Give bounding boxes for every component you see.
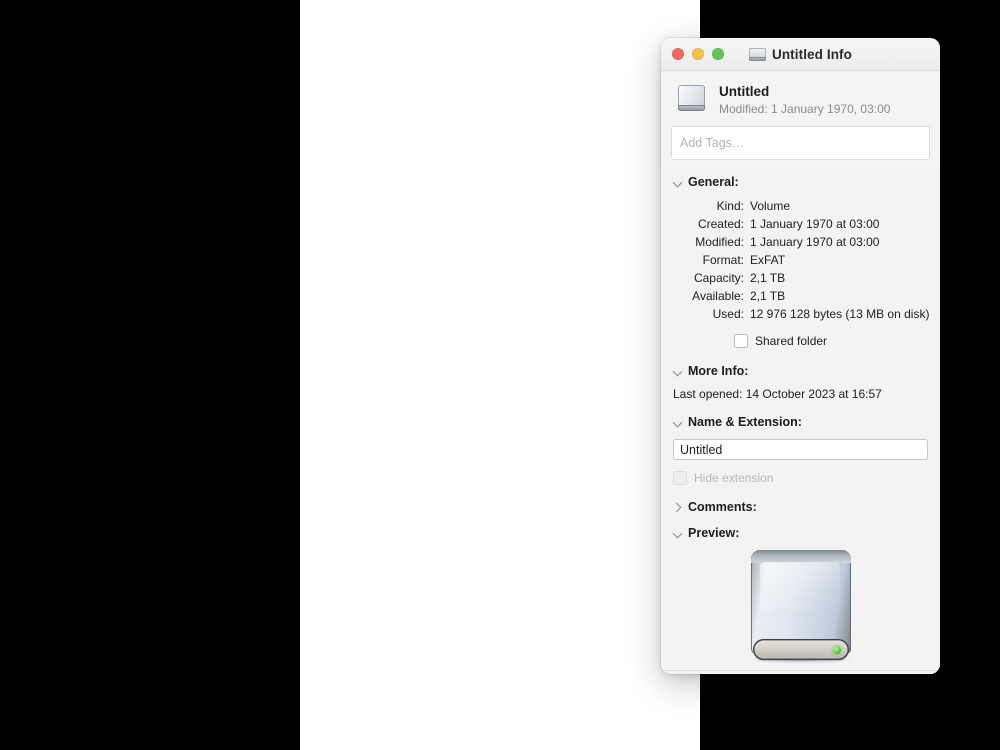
section-header-comments[interactable]: Comments: [661,494,940,520]
shared-folder-checkbox[interactable] [734,334,748,348]
item-name: Untitled [719,84,770,99]
detail-key: Format: [702,253,744,267]
chevron-down-icon [673,418,682,427]
detail-key: Kind: [716,199,744,213]
detail-value: 2,1 TB [750,271,786,285]
add-tags-input[interactable] [671,126,930,160]
chevron-right-icon [673,503,682,512]
detail-row: Created: 1 January 1970 at 03:00 [671,215,930,233]
detail-row: Kind: Volume [671,197,930,215]
section-header-name-extension[interactable]: Name & Extension: [661,409,940,435]
hide-extension-label: Hide extension [694,471,774,485]
close-button[interactable] [672,48,684,60]
preview-area [661,546,940,670]
detail-value: 1 January 1970 at 03:00 [750,217,880,231]
detail-row: Available: 2,1 TB [671,287,930,305]
detail-key: Used: [712,307,744,321]
shared-folder-row[interactable]: Shared folder [661,325,940,358]
name-field-wrap [661,435,940,466]
detail-key: Available: [692,289,744,303]
item-header-texts: Untitled Modified: 1 January 1970, 03:00 [719,81,890,118]
last-opened-row: Last opened: 14 October 2023 at 16:57 [661,384,940,409]
section-title-more-info: More Info: [688,364,749,378]
window-body: Untitled Modified: 1 January 1970, 03:00… [661,71,940,674]
tags-section [661,126,940,169]
window-titlebar[interactable]: Untitled Info [661,38,940,71]
get-info-window: Untitled Info Untitled Modified: 1 Janua… [661,38,940,674]
detail-value: 12 976 128 bytes (13 MB on disk) [750,307,930,321]
section-title-comments: Comments: [688,500,757,514]
hard-drive-icon [748,47,766,62]
zoom-button[interactable] [712,48,724,60]
detail-key: Created: [697,217,744,231]
hide-extension-row: Hide extension [661,466,940,494]
chevron-down-icon [673,178,682,187]
detail-row: Capacity: 2,1 TB [671,269,930,287]
detail-row: Format: ExFAT [671,251,930,269]
chevron-down-icon [673,529,682,538]
screenshot-stage: Untitled Info Untitled Modified: 1 Janua… [0,0,1000,750]
section-header-general[interactable]: General: [661,169,940,195]
detail-value: 2,1 TB [750,289,786,303]
sharing-permissions-footer: Sharing & Permissions: [661,670,940,674]
detail-value: ExFAT [750,253,786,267]
desktop-canvas: Untitled Info Untitled Modified: 1 Janua… [300,0,940,750]
hard-drive-icon-large [675,81,708,114]
name-input[interactable] [673,439,928,460]
section-header-preview[interactable]: Preview: [661,520,940,546]
hide-extension-checkbox [673,471,687,485]
drive-led-indicator [832,645,841,654]
item-modified: Modified: 1 January 1970, 03:00 [719,102,891,116]
window-title: Untitled Info [771,46,853,62]
detail-key: Capacity: [693,271,744,285]
section-header-more-info[interactable]: More Info: [661,358,940,384]
minimize-button[interactable] [692,48,704,60]
detail-value: 1 January 1970 at 03:00 [750,235,880,249]
shared-folder-label: Shared folder [755,334,828,348]
traffic-light-group [672,48,724,60]
detail-row: Modified: 1 January 1970 at 03:00 [671,233,930,251]
section-title-name-extension: Name & Extension: [688,415,802,429]
general-details: Kind: Volume Created: 1 January 1970 at … [661,195,940,325]
chevron-down-icon [673,367,682,376]
section-title-general: General: [688,175,739,189]
section-title-preview: Preview: [688,526,740,540]
item-header: Untitled Modified: 1 January 1970, 03:00 [661,71,940,126]
external-hard-drive-illustration [738,546,864,670]
detail-row: Used: 12 976 128 bytes (13 MB on disk) [671,305,930,323]
section-header-sharing-permissions[interactable]: Sharing & Permissions: [661,671,940,674]
detail-value: Volume [750,199,791,213]
detail-key: Modified: [695,235,744,249]
